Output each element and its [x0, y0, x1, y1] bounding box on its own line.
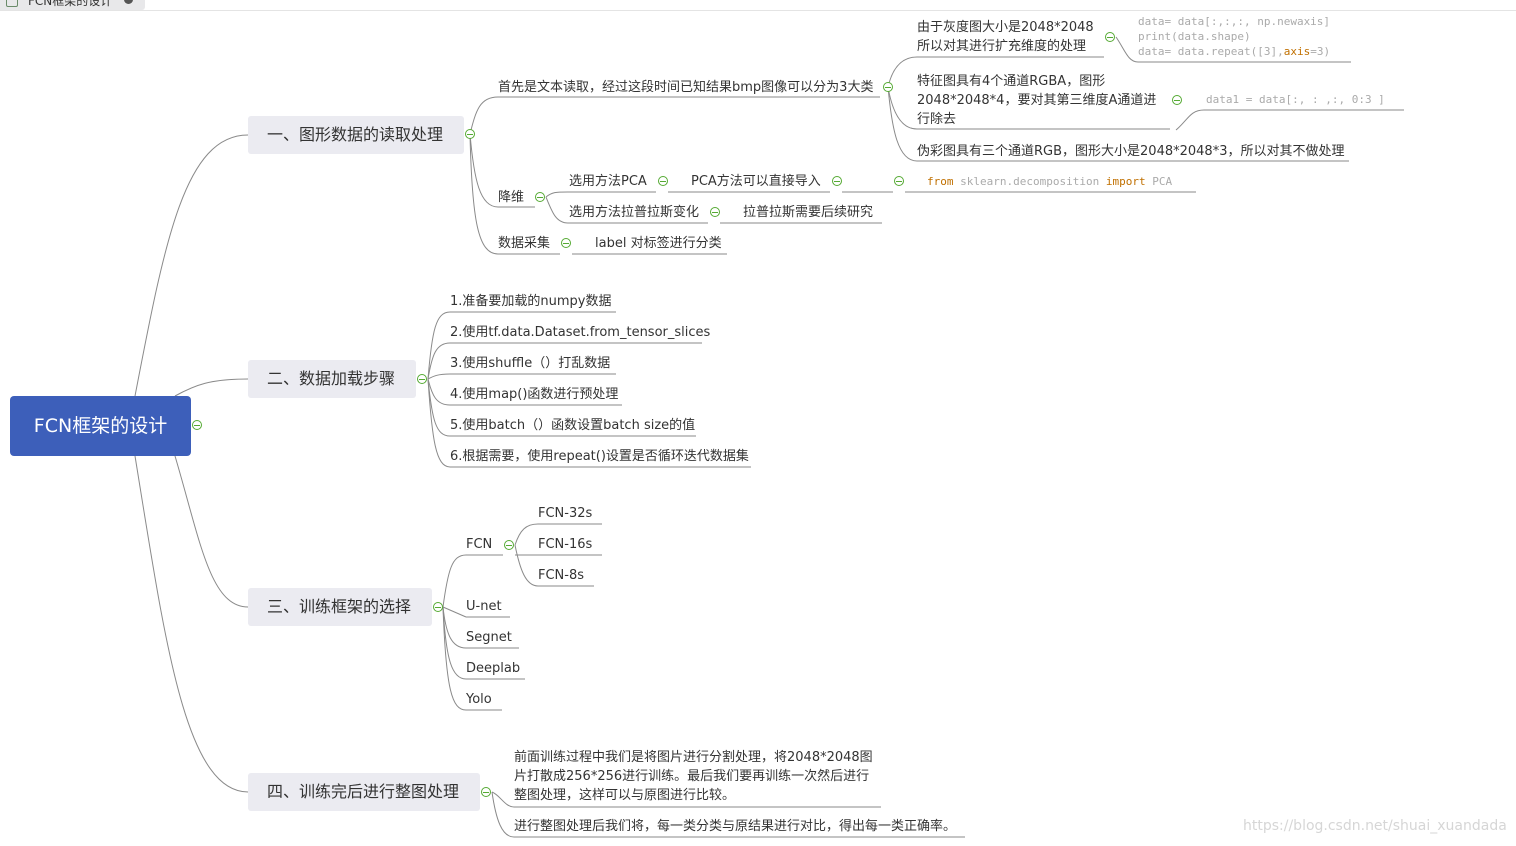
watermark: https://blog.csdn.net/shuai_xuandada [1243, 818, 1507, 834]
code-pca: from sklearn.decomposition import PCA [927, 175, 1173, 188]
node-fcn-variant[interactable]: FCN-8s [538, 566, 584, 585]
branch-node-postprocess[interactable]: 四、训练完后进行整图处理 [248, 773, 480, 811]
branch-node-image-data[interactable]: 一、图形数据的读取处理 [248, 116, 464, 154]
node-gray-line2[interactable]: 所以对其进行扩充维度的处理 [917, 37, 1086, 56]
branch-label: 二、数据加载步骤 [267, 369, 396, 388]
node-postprocess-compare[interactable]: 进行整图处理后我们将，每一类分类与原结果进行对比，得出每一类正确率。 [514, 817, 956, 836]
node-collect[interactable]: 数据采集 [498, 234, 550, 253]
node-framework[interactable]: Deeplab [466, 659, 520, 678]
node-fcn-variant[interactable]: FCN-32s [538, 504, 592, 523]
mindmap-connectors [134, 36, 1404, 838]
collapse-icon-branch4[interactable] [481, 787, 491, 797]
node-rgba[interactable]: 特征图具有4个通道RGBA，图形2048*2048*4，要对其第三维度A通道进行… [917, 72, 1165, 129]
node-gray-line1[interactable]: 由于灰度图大小是2048*2048 [917, 18, 1094, 37]
node-framework[interactable]: Yolo [466, 690, 492, 709]
step-item[interactable]: 1.准备要加载的numpy数据 [450, 292, 612, 311]
collapse-icon-text-read[interactable] [883, 82, 893, 92]
collapse-icon-pca-import[interactable] [832, 176, 842, 186]
node-fcn[interactable]: FCN [466, 535, 492, 554]
node-laplace[interactable]: 选用方法拉普拉斯变化 [569, 203, 699, 222]
code-gray-line2: print(data.shape) [1138, 30, 1251, 43]
node-reduce[interactable]: 降维 [498, 188, 524, 207]
branch-node-framework[interactable]: 三、训练框架的选择 [248, 588, 432, 626]
node-laplace-child[interactable]: 拉普拉斯需要后续研究 [743, 203, 873, 222]
branch-label: 一、图形数据的读取处理 [267, 125, 444, 144]
collapse-icon-collect[interactable] [561, 238, 571, 248]
link-root-b4 [134, 455, 249, 793]
collapse-icon-rgba[interactable] [1172, 95, 1182, 105]
code-gray-line1: data= data[:,:,:, np.newaxis] [1138, 15, 1331, 28]
collapse-icon-gray[interactable] [1105, 32, 1115, 42]
root-label: FCN框架的设计 [33, 415, 168, 437]
collapse-icon-branch3[interactable] [433, 602, 443, 612]
link-b1-text [469, 96, 499, 135]
collapse-icon-pca[interactable] [658, 176, 668, 186]
link-b1-collect [469, 133, 499, 255]
link-b1-reduce [469, 133, 499, 208]
link-root-b1 [134, 134, 249, 397]
collapse-icon-reduce[interactable] [535, 192, 545, 202]
step-item[interactable]: 2.使用tf.data.Dataset.from_tensor_slices [450, 323, 710, 342]
collapse-icon-pca-code[interactable] [894, 176, 904, 186]
collapse-icon-root[interactable] [192, 420, 202, 430]
collapse-icon-fcn[interactable] [504, 540, 514, 550]
node-fcn-variant[interactable]: FCN-16s [538, 535, 592, 554]
node-framework[interactable]: Segnet [466, 628, 512, 647]
step-item[interactable]: 6.根据需要，使用repeat()设置是否循环迭代数据集 [450, 447, 749, 466]
code-gray-line3: data= data.repeat([3],axis=3) [1138, 45, 1331, 58]
branch-label: 三、训练框架的选择 [267, 597, 412, 616]
link-root-b2 [174, 378, 249, 397]
node-pca[interactable]: 选用方法PCA [569, 172, 647, 191]
root-node[interactable]: FCN框架的设计 [10, 396, 191, 456]
step-item[interactable]: 5.使用batch（）函数设置batch size的值 [450, 416, 695, 435]
code-rgba: data1 = data[:, : ,:, 0:3 ] [1206, 93, 1385, 106]
link-root-b3 [174, 455, 249, 608]
node-text-read[interactable]: 首先是文本读取，经过这段时间已知结果bmp图像可以分为3大类 [498, 78, 873, 97]
step-item[interactable]: 4.使用map()函数进行预处理 [450, 385, 618, 404]
node-postprocess-desc[interactable]: 前面训练过程中我们是将图片进行分割处理，将2048*2048图片打散成256*2… [514, 748, 878, 805]
node-pca-import[interactable]: PCA方法可以直接导入 [691, 172, 821, 191]
node-collect-child[interactable]: label 对标签进行分类 [595, 234, 722, 253]
branch-label: 四、训练完后进行整图处理 [267, 782, 460, 801]
step-item[interactable]: 3.使用shuffle（）打乱数据 [450, 354, 610, 373]
node-pseudo-color[interactable]: 伪彩图具有三个通道RGB，图形大小是2048*2048*3，所以对其不做处理 [917, 142, 1344, 161]
collapse-icon-branch2[interactable] [417, 374, 427, 384]
collapse-icon-branch1[interactable] [465, 129, 475, 139]
node-framework[interactable]: U-net [466, 597, 502, 616]
branch-node-loading[interactable]: 二、数据加载步骤 [248, 360, 416, 398]
collapse-icon-laplace[interactable] [710, 207, 720, 217]
